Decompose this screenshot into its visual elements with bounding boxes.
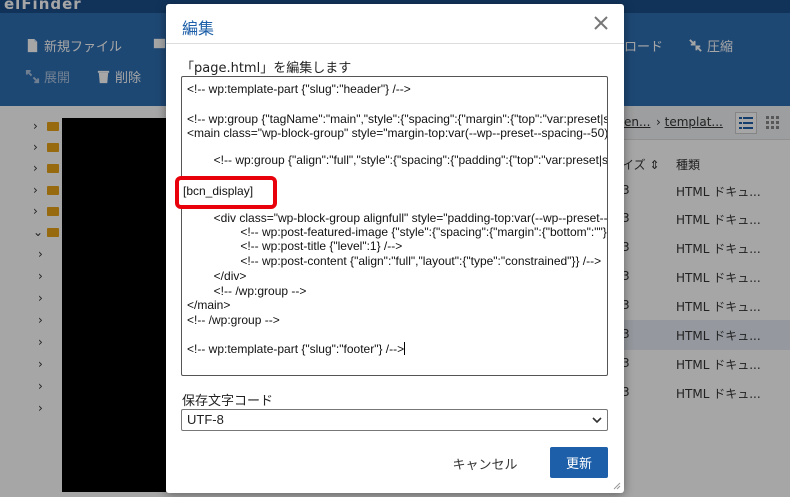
code-line: <!-- wp:post-content {"align":"full","la…: [187, 254, 602, 268]
code-line: <div class="wp-block-group alignfull" st…: [213, 211, 608, 225]
resize-handle-icon[interactable]: [613, 482, 621, 490]
encoding-label: 保存文字コード: [182, 394, 274, 409]
code-line: <!-- wp:template-part {"slug":"header"} …: [187, 82, 411, 96]
code-editor[interactable]: <!-- wp:template-part {"slug":"header"} …: [181, 76, 608, 376]
chevron-down-icon: [592, 417, 602, 424]
code-line: <!-- /wp:group -->: [187, 284, 307, 298]
text-caret: [404, 342, 406, 355]
encoding-value: UTF-8: [187, 412, 224, 427]
encoding-select[interactable]: UTF-8: [181, 409, 608, 431]
shortcode-highlight: [bcn_display]: [175, 176, 277, 209]
code-line: <!-- wp:template-part {"slug":"footer"} …: [187, 342, 406, 356]
code-line: <!-- wp:group {"tagName":"main","style":…: [187, 112, 607, 126]
edit-dialog: 編集 「page.html」を編集します <!-- wp:template-pa…: [166, 4, 624, 493]
code-line: <!-- /wp:group -->: [187, 313, 280, 327]
code-line: </div>: [187, 269, 247, 283]
code-line: <main class="wp-block-group" style="marg…: [187, 126, 608, 140]
file-label: 「page.html」を編集します: [181, 61, 352, 76]
cancel-button[interactable]: キャンセル: [446, 448, 524, 478]
dialog-title: 編集: [182, 19, 215, 38]
dialog-divider: [166, 43, 624, 44]
update-button[interactable]: 更新: [550, 447, 608, 478]
code-line: </main>: [187, 298, 231, 312]
shortcode-text: [bcn_display]: [183, 184, 254, 198]
code-line: <!-- wp:post-featured-image {"style":{"s…: [187, 225, 608, 239]
code-line: <!-- wp:post-title {"level":1} /-->: [187, 239, 403, 253]
code-line: <!-- wp:group {"align":"full","style":{"…: [213, 153, 608, 167]
close-icon[interactable]: [590, 12, 612, 34]
